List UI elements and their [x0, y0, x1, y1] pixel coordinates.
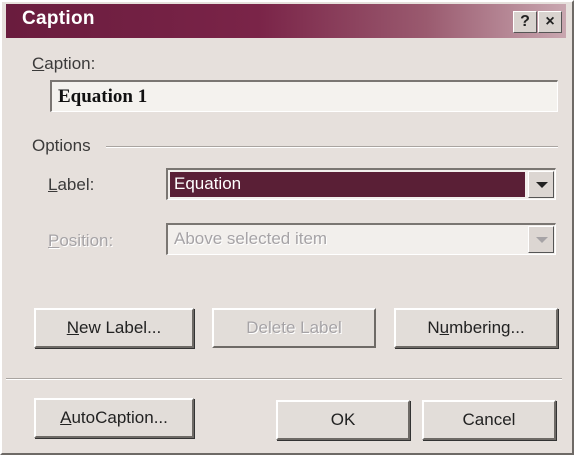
help-icon: ?: [520, 13, 530, 30]
caption-label: Caption:: [32, 54, 96, 73]
close-icon: ×: [545, 13, 555, 30]
autocaption-button[interactable]: AutoCaption...: [34, 398, 194, 438]
position-field-label: Position:: [48, 231, 114, 250]
label-dropdown-selection: Equation: [170, 172, 525, 197]
position-dropdown[interactable]: Above selected item: [166, 223, 556, 255]
bottom-separator: [6, 378, 562, 380]
numbering-button[interactable]: Numbering...: [394, 308, 558, 348]
caption-input[interactable]: Equation 1: [50, 80, 558, 112]
new-label-button[interactable]: New Label...: [34, 308, 194, 348]
chevron-down-icon[interactable]: [528, 171, 554, 198]
caption-dialog: Caption ? × Caption: Equation 1 Options …: [0, 0, 574, 455]
label-field-label: Label:: [48, 175, 95, 194]
position-dropdown-value: Above selected item: [174, 229, 328, 248]
help-button[interactable]: ?: [513, 11, 537, 33]
close-button[interactable]: ×: [538, 11, 562, 33]
title-bar[interactable]: Caption ? ×: [6, 4, 566, 38]
options-group-label: Options: [32, 136, 91, 155]
caption-value: Equation 1: [58, 86, 148, 107]
label-dropdown[interactable]: Equation: [166, 168, 556, 200]
window-title: Caption: [22, 8, 95, 29]
ok-button[interactable]: OK: [276, 400, 410, 440]
delete-label-button[interactable]: Delete Label: [212, 308, 376, 348]
chevron-down-icon[interactable]: [528, 226, 554, 253]
cancel-button[interactable]: Cancel: [422, 400, 556, 440]
options-group-divider: [106, 146, 558, 148]
